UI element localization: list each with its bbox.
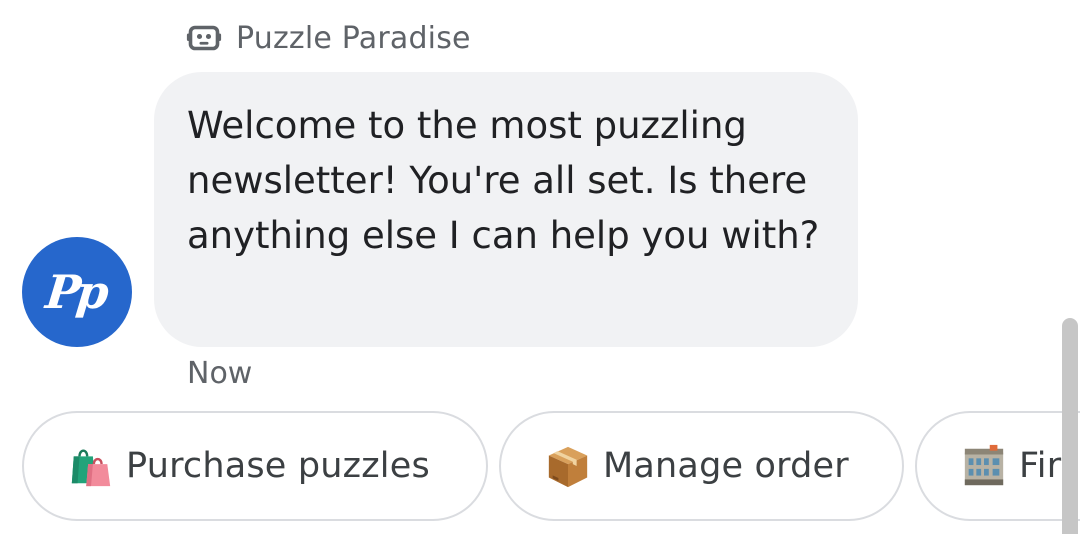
message-text: Welcome to the most puzzling newsletter!… — [187, 104, 820, 257]
sender-header: Puzzle Paradise — [186, 18, 471, 58]
message-bubble: Welcome to the most puzzling newsletter!… — [154, 72, 858, 347]
suggestion-label: Fir — [1019, 446, 1062, 486]
suggestion-chip-manage-order[interactable]: Manage order — [499, 411, 904, 521]
scrollbar[interactable] — [1062, 318, 1078, 534]
chat-screen: Puzzle Paradise Pp Welcome to the most p… — [0, 0, 1080, 534]
avatar-initials: Pp — [42, 265, 108, 319]
avatar[interactable]: Pp — [22, 237, 132, 347]
robot-icon — [186, 25, 222, 51]
package-icon — [548, 446, 588, 488]
message-timestamp: Now — [187, 356, 253, 391]
suggestion-chips: Purchase puzzles Manage order Fir — [22, 411, 1080, 521]
suggestion-chip-find-store[interactable]: Fir — [915, 411, 1080, 521]
suggestion-chip-purchase-puzzles[interactable]: Purchase puzzles — [22, 411, 488, 521]
sender-name: Puzzle Paradise — [236, 20, 471, 56]
suggestion-label: Purchase puzzles — [126, 446, 430, 486]
shopping-bags-icon — [71, 449, 111, 487]
department-store-icon — [964, 444, 1004, 486]
suggestion-label: Manage order — [603, 446, 849, 486]
